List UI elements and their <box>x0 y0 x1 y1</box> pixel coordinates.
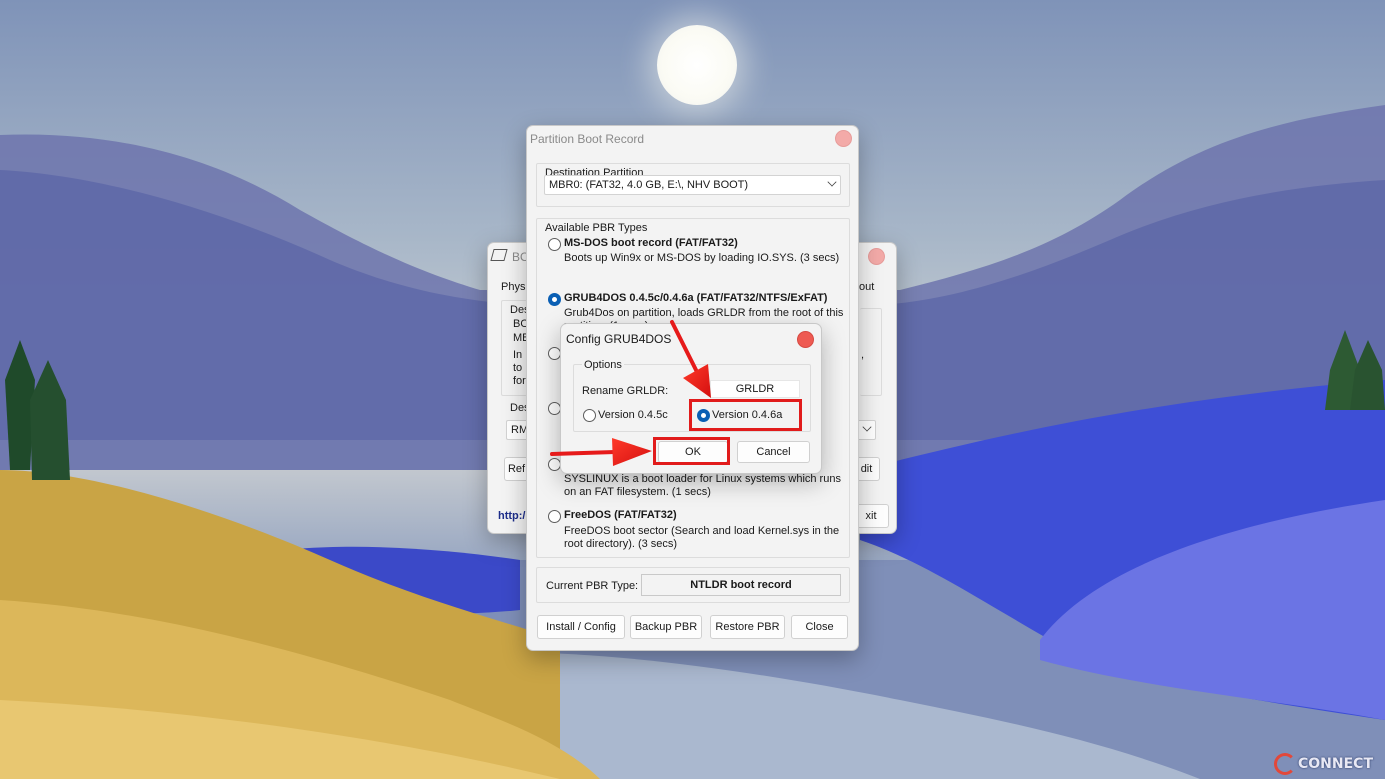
current-pbr-groupbox: Current PBR Type: NTLDR boot record <box>536 567 850 603</box>
close-button[interactable] <box>868 248 885 265</box>
app-icon <box>490 249 508 261</box>
cancel-button[interactable]: Cancel <box>737 441 810 463</box>
radio-grub4dos[interactable] <box>548 293 561 306</box>
frag-to: to <box>513 362 523 374</box>
rename-grldr-value: GRLDR <box>735 383 775 395</box>
current-pbr-label: Current PBR Type: <box>546 580 639 592</box>
radio-version-045c[interactable] <box>583 409 596 422</box>
dialog-title: Config GRUB4DOS <box>566 332 672 346</box>
frag-edit: dit <box>860 463 873 475</box>
refresh-button[interactable]: Ref <box>504 457 528 481</box>
rename-grldr-input[interactable]: GRLDR <box>710 380 800 398</box>
chevron-down-icon <box>862 422 872 432</box>
option-desc-msdos: Boots up Win9x or MS-DOS by loading IO.S… <box>564 252 840 264</box>
tab-about[interactable]: out <box>859 281 874 293</box>
exit-button[interactable]: xit <box>854 504 889 528</box>
frag-ref: Ref <box>507 463 526 475</box>
disk-select-dropdown[interactable] <box>856 420 876 440</box>
connect-watermark: CONNECT <box>1274 753 1373 775</box>
tab-physical[interactable]: Physi <box>501 281 528 293</box>
options-label: Options <box>582 359 624 371</box>
option-desc-syslinux: SYSLINUX is a boot loader for Linux syst… <box>564 473 841 498</box>
titlebar[interactable]: Partition Boot Record <box>527 126 858 152</box>
restore-pbr-button[interactable]: Restore PBR <box>710 615 785 639</box>
version-045c-label[interactable]: Version 0.4.5c <box>598 409 668 421</box>
radio-msdos[interactable] <box>548 238 561 251</box>
install-config-button[interactable]: Install / Config <box>537 615 625 639</box>
close-button[interactable] <box>797 331 814 348</box>
homepage-link[interactable]: http:/ <box>498 510 525 522</box>
frag-exit: xit <box>865 510 877 522</box>
destination-value: MBR0: (FAT32, 4.0 GB, E:\, NHV BOOT) <box>549 179 749 191</box>
frag-comma: , <box>861 349 865 361</box>
option-desc-freedos: FreeDOS boot sector (Search and load Ker… <box>564 525 840 550</box>
watermark-text: CONNECT <box>1298 756 1373 772</box>
destination-groupbox: Destination Partition MBR0: (FAT32, 4.0 … <box>536 163 850 207</box>
pbr-types-label: Available PBR Types <box>545 222 648 234</box>
highlight-ok-button <box>653 437 730 465</box>
connect-logo-icon <box>1274 753 1296 775</box>
close-button-bottom[interactable]: Close <box>791 615 848 639</box>
option-label-freedos[interactable]: FreeDOS (FAT/FAT32) <box>564 509 677 521</box>
option-label-grub4dos[interactable]: GRUB4DOS 0.4.5c/0.4.6a (FAT/FAT32/NTFS/E… <box>564 292 827 304</box>
frag-for: for <box>513 375 526 387</box>
backup-pbr-button[interactable]: Backup PBR <box>630 615 702 639</box>
window-title: Partition Boot Record <box>530 132 645 146</box>
chevron-down-icon <box>827 177 837 187</box>
rename-grldr-label: Rename GRLDR: <box>582 385 669 397</box>
option-label-msdos[interactable]: MS-DOS boot record (FAT/FAT32) <box>564 237 738 249</box>
frag-in: In <box>513 349 523 361</box>
highlight-version-046a <box>689 399 802 431</box>
disk-select-fragment[interactable]: RM <box>506 420 528 440</box>
close-button[interactable] <box>835 130 852 147</box>
radio-freedos[interactable] <box>548 510 561 523</box>
current-pbr-value-text: NTLDR boot record <box>690 579 792 591</box>
destination-partition-select[interactable]: MBR0: (FAT32, 4.0 GB, E:\, NHV BOOT) <box>544 175 841 195</box>
current-pbr-value: NTLDR boot record <box>641 574 841 596</box>
